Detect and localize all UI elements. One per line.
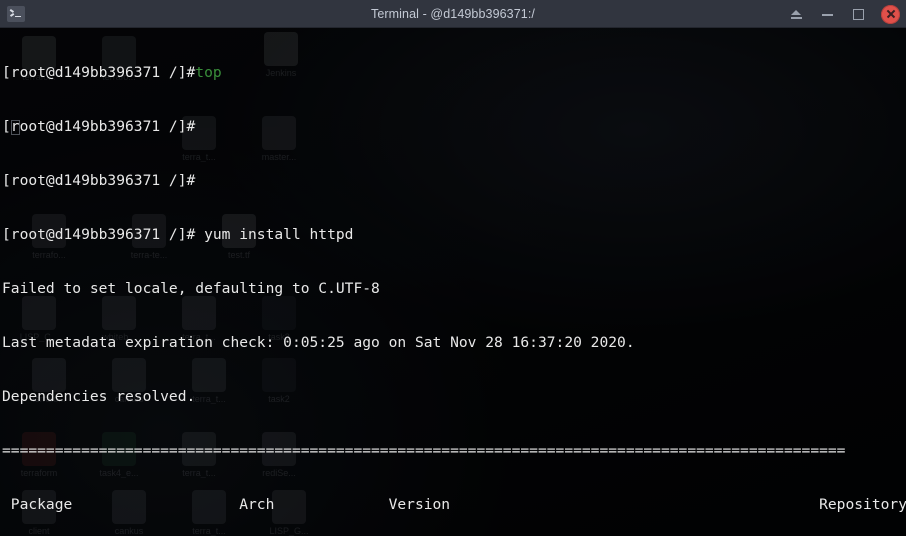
window-controls <box>788 0 900 28</box>
terminal-line-dependencies-resolved: Dependencies resolved. <box>2 388 196 405</box>
minimize-icon[interactable] <box>819 6 836 23</box>
terminal-line-prompt-3: [root@d149bb396371 /]# <box>2 172 196 189</box>
shell-prompt: [root@d149bb396371 /]# <box>2 64 196 81</box>
terminal-line-locale-warning: Failed to set locale, defaulting to C.UT… <box>2 280 380 297</box>
terminal-icon <box>7 5 25 22</box>
terminal-line-prompt-top: [root@d149bb396371 /]#top <box>0 64 906 82</box>
terminal-line-prompt-2: [root@d149bb396371 /]# <box>2 118 196 135</box>
maximize-icon[interactable] <box>850 6 867 23</box>
table-header-row: Package Arch Version Repository Size <box>10 496 906 513</box>
eject-icon[interactable] <box>788 6 805 23</box>
shell-command-top: top <box>195 64 222 81</box>
terminal-line-command: [root@d149bb396371 /]# yum install httpd <box>2 226 354 243</box>
terminal-line-metadata-check: Last metadata expiration check: 0:05:25 … <box>2 334 635 351</box>
terminal-rule-top: ========================================… <box>2 442 846 459</box>
window-title: Terminal - @d149bb396371:/ <box>370 6 535 21</box>
terminal-output[interactable]: [root@d149bb396371 /]#top [root@d149bb39… <box>0 28 906 536</box>
terminal-window: terrafo... terrafo... Jenkins terra_t... mas… <box>0 0 906 536</box>
close-icon[interactable] <box>881 4 900 24</box>
window-titlebar[interactable]: Terminal - @d149bb396371:/ <box>0 0 906 28</box>
text-cursor <box>11 120 20 135</box>
